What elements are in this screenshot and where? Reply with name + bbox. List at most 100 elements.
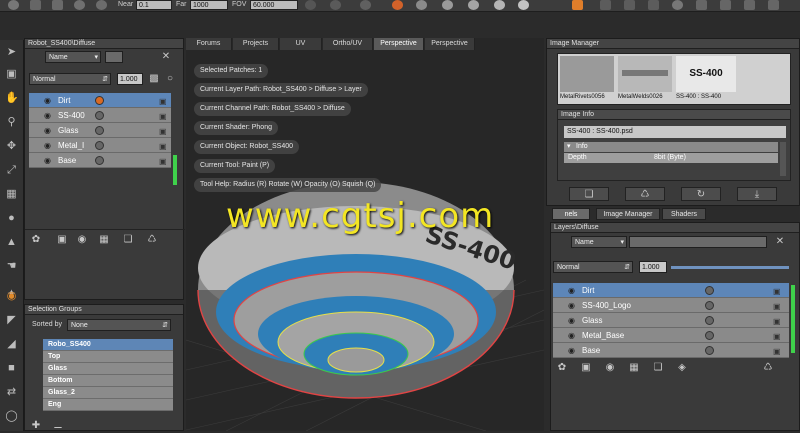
lock-icon[interactable]: ▣: [773, 344, 781, 359]
channel-icon[interactable]: [95, 141, 104, 150]
reset-icon[interactable]: ◯: [5, 410, 18, 423]
new-layer-icon[interactable]: ✿: [555, 361, 569, 375]
eye-icon[interactable]: ◉: [568, 283, 575, 298]
help-icon[interactable]: [768, 0, 779, 10]
channel-icon[interactable]: [705, 286, 714, 295]
layer-row[interactable]: ◉ Metal_Base ▣: [553, 328, 789, 343]
delete-layer-icon[interactable]: ♺: [761, 361, 775, 375]
transform-tool-icon[interactable]: ⤢: [5, 164, 18, 177]
viewport-tab[interactable]: UV: [280, 38, 322, 50]
duplicate-icon[interactable]: ❏: [121, 233, 135, 247]
refresh-image-icon[interactable]: ↻: [681, 187, 721, 201]
smudge-icon[interactable]: ☚: [5, 260, 18, 273]
lock-icon[interactable]: ▣: [159, 154, 167, 169]
layer-effect-icon[interactable]: ▣: [579, 361, 593, 375]
layer-row[interactable]: ◉ SS-400_Logo ▣: [553, 298, 789, 313]
layer-row[interactable]: ◉ Metal_I ▣: [29, 138, 171, 153]
marquee-icon[interactable]: ▣: [5, 68, 18, 81]
save-icon[interactable]: [52, 0, 63, 10]
channel-icon[interactable]: [705, 301, 714, 310]
camera-icon[interactable]: [305, 0, 316, 10]
lock-icon[interactable]: ▣: [159, 94, 167, 109]
mask-icon[interactable]: ◉: [603, 361, 617, 375]
swap-icon[interactable]: ⇄: [5, 386, 18, 399]
open-icon[interactable]: [30, 0, 41, 10]
channel-icon[interactable]: [95, 156, 104, 165]
eye-icon[interactable]: ◉: [44, 138, 51, 153]
specular-sphere-icon[interactable]: [494, 0, 505, 10]
viewport-tab[interactable]: Forums: [186, 38, 232, 50]
near-field[interactable]: 0.1: [136, 0, 172, 10]
brush-tool-icon[interactable]: [572, 0, 583, 10]
thumbnail-ss400[interactable]: SS-400: [676, 56, 736, 92]
select-arrow-icon[interactable]: ➤: [5, 46, 18, 59]
right-panel-tab[interactable]: Shaders: [662, 208, 706, 220]
far-field[interactable]: 1000: [190, 0, 228, 10]
selection-group-row[interactable]: Glass: [43, 363, 173, 375]
settings-icon[interactable]: [744, 0, 755, 10]
eye-icon[interactable]: ◉: [44, 123, 51, 138]
viewport-tab[interactable]: Perspective: [425, 38, 475, 50]
new-file-icon[interactable]: [8, 0, 19, 10]
opacity-field-right[interactable]: 1.000: [639, 261, 667, 273]
info-scrollbar[interactable]: [780, 142, 786, 176]
info-section-header[interactable]: ▾ Info: [564, 142, 778, 152]
lock-icon[interactable]: ▣: [773, 299, 781, 314]
viewport-tab[interactable]: Perspective: [374, 38, 424, 50]
image-name-field[interactable]: SS-400 : SS-400.psd: [564, 126, 786, 138]
selection-group-row[interactable]: Bottom: [43, 375, 173, 387]
hand-icon[interactable]: ✋: [5, 92, 19, 105]
group-icon[interactable]: ▦: [97, 233, 111, 247]
paint-sphere-icon[interactable]: [392, 0, 403, 10]
zoom-icon[interactable]: ⚲: [5, 116, 18, 129]
layer-row[interactable]: ◉ SS-400 ▣: [29, 108, 171, 123]
layer-row[interactable]: ◉ Glass ▣: [29, 123, 171, 138]
opacity-field[interactable]: 1.000: [117, 73, 143, 85]
selection-group-row[interactable]: Robo_SS400: [43, 339, 173, 351]
lock-icon[interactable]: ▣: [773, 314, 781, 329]
duplicate-icon[interactable]: ❏: [651, 361, 665, 375]
transform-icon[interactable]: [600, 0, 611, 10]
viewport-tab[interactable]: Ortho/UV: [323, 38, 373, 50]
group-icon[interactable]: ▦: [627, 361, 641, 375]
redo-icon[interactable]: [96, 0, 107, 10]
new-layer-icon[interactable]: ✿: [29, 233, 43, 247]
layer-search-input[interactable]: [105, 51, 123, 63]
grid-icon[interactable]: [360, 0, 371, 10]
3d-viewport[interactable]: Forums Projects UV Ortho/UV Perspective Persp…: [186, 38, 544, 431]
channel-icon[interactable]: [95, 111, 104, 120]
selection-group-row[interactable]: Glass_2: [43, 387, 173, 399]
close-icon[interactable]: ✕: [159, 50, 173, 64]
eye-icon[interactable]: ◉: [568, 313, 575, 328]
layer-search-input-right[interactable]: [629, 236, 767, 248]
layer-search-mode[interactable]: Name ▾: [45, 51, 101, 63]
selection-group-row[interactable]: Eng: [43, 399, 173, 411]
channel-icon[interactable]: [95, 96, 104, 105]
thumbnail-metal-welds[interactable]: [618, 56, 672, 92]
blend-mode-select-right[interactable]: Normal ⇵: [553, 261, 633, 273]
eye-icon[interactable]: ◉: [44, 93, 51, 108]
mask-icon[interactable]: ◉: [75, 233, 89, 247]
symmetry-icon[interactable]: [624, 0, 635, 10]
eye-icon[interactable]: ◉: [44, 153, 51, 168]
thumbnail-metal-rivets[interactable]: [560, 56, 614, 92]
export-image-icon[interactable]: ⤓: [737, 187, 777, 201]
mirror-icon[interactable]: [648, 0, 659, 10]
layer-row[interactable]: ◉ Glass ▣: [553, 313, 789, 328]
selection-group-row[interactable]: Top: [43, 351, 173, 363]
lock-icon[interactable]: ▣: [773, 329, 781, 344]
layer-search-mode-right[interactable]: Name ▾: [571, 236, 627, 248]
eye-icon[interactable]: ◉: [568, 298, 575, 313]
delete-image-icon[interactable]: ♺: [625, 187, 665, 201]
stamp-icon[interactable]: ▲: [5, 236, 18, 249]
material-sphere-icon[interactable]: [416, 0, 427, 10]
lock-icon[interactable]: ▣: [159, 124, 167, 139]
move-icon[interactable]: ✥: [5, 140, 18, 153]
lock-icon[interactable]: ▣: [159, 109, 167, 124]
layer-effect-icon[interactable]: ▣: [55, 233, 69, 247]
lock-transparency-icon[interactable]: ▩: [147, 72, 161, 86]
channel-icon[interactable]: [705, 316, 714, 325]
layer-row[interactable]: ◉ Dirt ▣: [553, 283, 789, 298]
channel-icon[interactable]: [705, 331, 714, 340]
channel-icon[interactable]: [95, 126, 104, 135]
